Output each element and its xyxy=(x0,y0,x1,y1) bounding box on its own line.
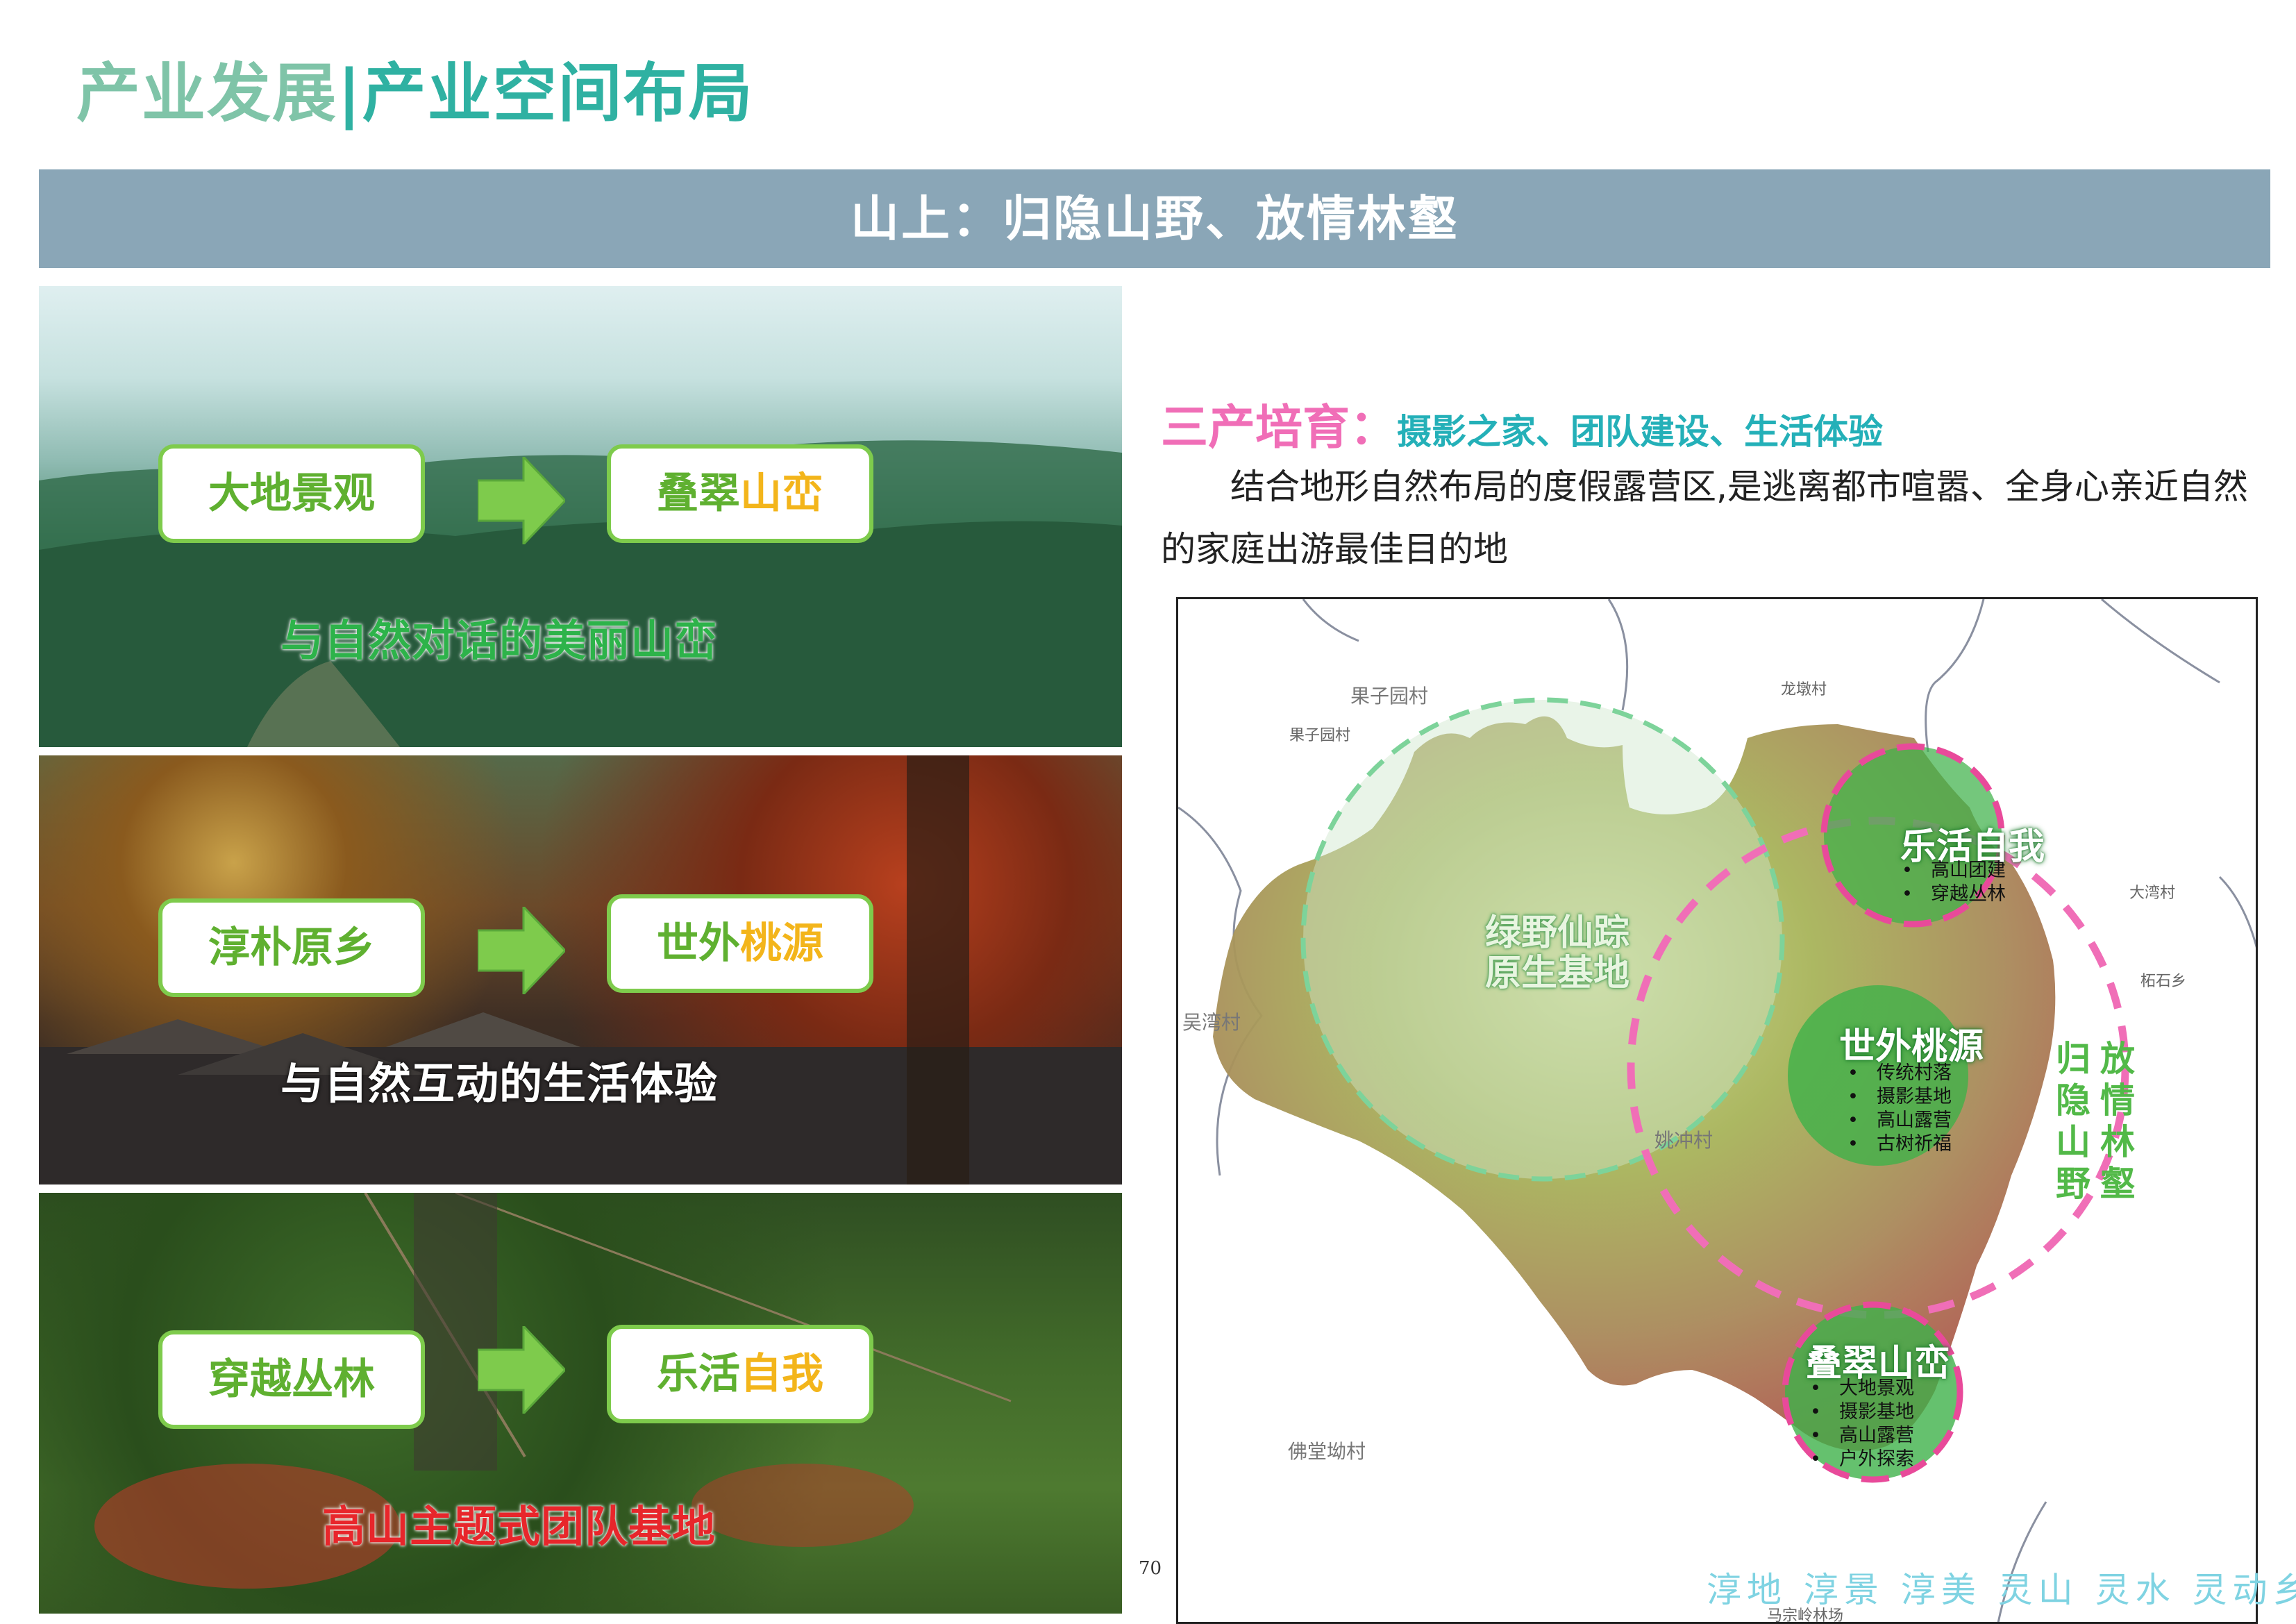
subhead-items: 摄影之家、团队建设、生活体验 xyxy=(1397,412,1884,452)
to-label-highlight: 山峦 xyxy=(740,469,823,518)
vertical-text-right: 放 情 林 壑 xyxy=(2100,1038,2135,1205)
village-label: 柘石乡 xyxy=(2140,973,2187,990)
vertical-char: 归 xyxy=(2056,1039,2090,1079)
photo-panel-mountains: 大地景观 叠翠山峦 与自然对话的美丽山峦 xyxy=(39,286,1122,747)
diecui-bullet-list: 大地景观 摄影基地 高山露营 户外探索 xyxy=(1806,1377,1914,1471)
right-arrow-icon xyxy=(478,457,565,544)
description-line-1: 结合地形自然布局的度假露营区,是逃离都市喧嚣、全身心亲近自然 xyxy=(1230,467,2248,507)
vertical-char: 隐 xyxy=(2056,1080,2090,1121)
from-label-box: 大地景观 xyxy=(158,444,425,543)
footer-slogan: 淳地 淳景 淳美 灵山 灵水 灵动乡村 xyxy=(1707,1570,2296,1610)
to-label-box: 世外桃源 xyxy=(607,894,873,993)
to-label-box: 乐活自我 xyxy=(607,1325,873,1423)
description-line-2: 的家庭出游最佳目的地 xyxy=(1161,529,1508,569)
vertical-char: 情 xyxy=(2100,1080,2135,1121)
terrain-map xyxy=(1178,599,2256,1622)
to-label-highlight: 桃源 xyxy=(740,919,823,968)
village-label: 佛堂坳村 xyxy=(1288,1440,1366,1463)
list-item: 穿越丛林 xyxy=(1897,882,2006,906)
list-item: 摄影基地 xyxy=(1806,1400,1914,1424)
panel-caption: 与自然对话的美丽山峦 xyxy=(280,615,719,666)
list-item: 高山露营 xyxy=(1806,1424,1914,1448)
subhead-colon: ： xyxy=(1350,401,1398,455)
page-number: 70 xyxy=(1139,1558,1162,1579)
title-separator: | xyxy=(337,56,362,131)
village-label: 果子园村 xyxy=(1350,685,1429,708)
vertical-text-left: 归 隐 山 野 xyxy=(2056,1038,2090,1205)
vertical-char: 放 xyxy=(2100,1039,2135,1079)
right-arrow-icon xyxy=(478,907,565,994)
village-label: 吴湾村 xyxy=(1182,1011,1241,1034)
to-label-plain: 乐活 xyxy=(657,1350,740,1398)
panel-caption: 与自然互动的生活体验 xyxy=(280,1058,719,1109)
to-label-box: 叠翠山峦 xyxy=(607,444,873,543)
to-label-plain: 叠翠 xyxy=(657,469,740,518)
village-label: 龙墩村 xyxy=(1781,681,1827,698)
to-label-highlight: 自我 xyxy=(740,1350,823,1398)
list-item: 摄影基地 xyxy=(1843,1085,1952,1109)
title-part2: 产业空间布局 xyxy=(362,56,754,131)
list-item: 高山露营 xyxy=(1843,1109,1952,1132)
title-part1: 产业发展 xyxy=(76,56,338,131)
industry-subheading: 三产培育：摄影之家、团队建设、生活体验 xyxy=(1161,389,1883,458)
vertical-char: 壑 xyxy=(2100,1164,2135,1204)
photo-panel-jungle: 穿越丛林 乐活自我 高山主题式团队基地 xyxy=(39,1193,1122,1614)
vertical-char: 林 xyxy=(2100,1122,2135,1162)
list-item: 传统村落 xyxy=(1843,1062,1952,1085)
list-item: 户外探索 xyxy=(1806,1448,1914,1471)
village-label: 大湾村 xyxy=(2129,885,2176,902)
right-arrow-icon xyxy=(478,1326,565,1414)
village-label: 果子园村 xyxy=(1289,727,1351,744)
vertical-char: 山 xyxy=(2056,1122,2090,1162)
zone-label-lvye-2: 原生基地 xyxy=(1485,953,1630,994)
list-item: 高山团建 xyxy=(1897,859,2006,882)
list-item: 大地景观 xyxy=(1806,1377,1914,1400)
village-label: 姚冲村 xyxy=(1654,1129,1713,1152)
page-title: 产业发展|产业空间布局 xyxy=(76,42,754,134)
planning-map: 果子园村 果子园村 龙墩村 大湾村 柘石乡 吴湾村 姚冲村 佛堂坳村 马宗岭林场… xyxy=(1176,597,2258,1624)
photo-panel-village: 淳朴原乡 世外桃源 与自然互动的生活体验 xyxy=(39,755,1122,1184)
list-item: 古树祈福 xyxy=(1843,1132,1952,1156)
to-label-plain: 世外 xyxy=(657,919,740,968)
from-label-box: 淳朴原乡 xyxy=(158,898,425,997)
section-banner: 山上：归隐山野、放情林壑 xyxy=(39,169,2270,268)
from-label-box: 穿越丛林 xyxy=(158,1330,425,1429)
lehuo-bullet-list: 高山团建 穿越丛林 xyxy=(1897,859,2006,906)
panel-caption: 高山主题式团队基地 xyxy=(322,1501,717,1552)
shiwai-bullet-list: 传统村落 摄影基地 高山露营 古树祈福 xyxy=(1843,1062,1952,1156)
vertical-char: 野 xyxy=(2056,1164,2090,1204)
subhead-label: 三产培育 xyxy=(1161,401,1350,455)
